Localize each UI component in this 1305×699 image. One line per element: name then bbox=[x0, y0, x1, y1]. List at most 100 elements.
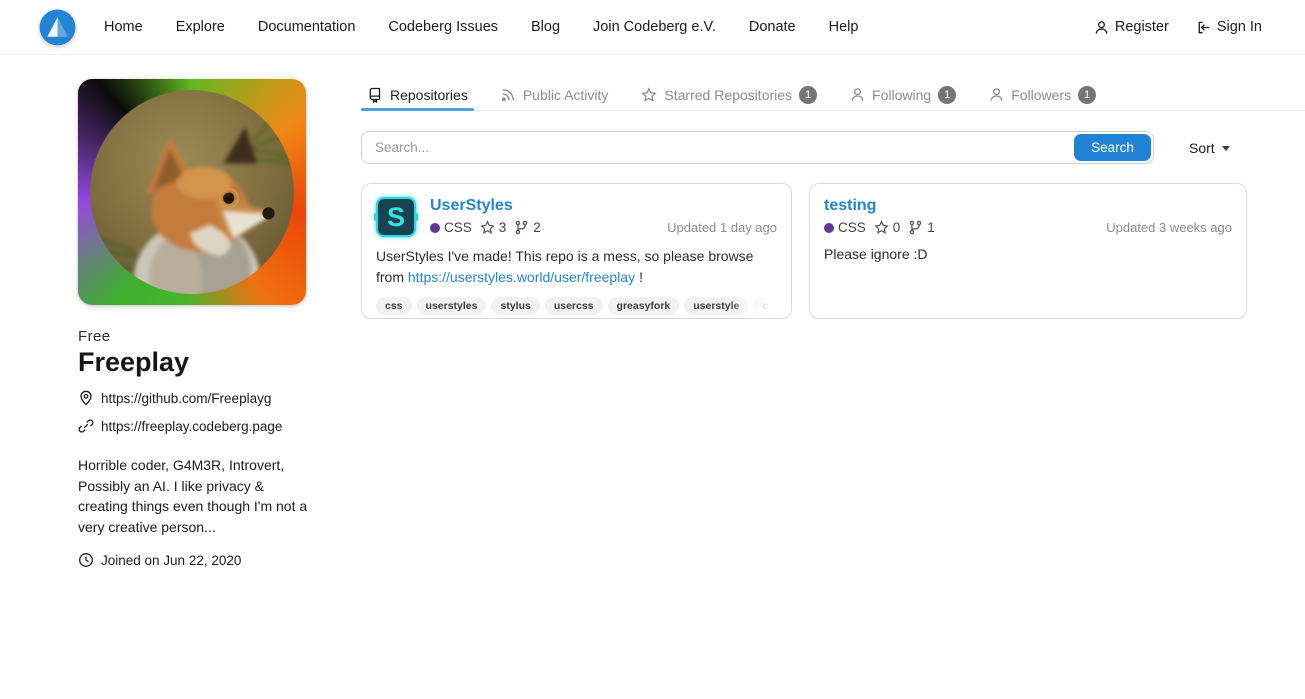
tab-following[interactable]: Following 1 bbox=[844, 78, 962, 108]
profile-joined-text: Joined on Jun 22, 2020 bbox=[101, 553, 241, 568]
chevron-down-icon bbox=[1222, 146, 1230, 151]
following-count-badge: 1 bbox=[938, 86, 956, 104]
nav-item-explore[interactable]: Explore bbox=[176, 19, 225, 35]
repo-language: CSS bbox=[824, 220, 866, 235]
tab-public-activity[interactable]: Public Activity bbox=[495, 78, 615, 108]
repo-description: UserStyles I've made! This repo is a mes… bbox=[376, 246, 777, 288]
tab-label: Public Activity bbox=[523, 87, 609, 103]
repository-list: S UserStyles CSS bbox=[361, 183, 1247, 319]
repo-language: CSS bbox=[430, 220, 472, 235]
nav-item-documentation[interactable]: Documentation bbox=[258, 19, 356, 35]
rss-icon bbox=[501, 87, 516, 102]
repo-link-userstyles[interactable]: UserStyles bbox=[430, 197, 513, 215]
tab-label: Followers bbox=[1011, 87, 1071, 103]
fox-avatar-image bbox=[90, 90, 294, 294]
profile-website-row[interactable]: https://freeplay.codeberg.page bbox=[78, 418, 318, 434]
mountain-logo-icon bbox=[39, 9, 76, 46]
clock-icon bbox=[78, 552, 94, 568]
tab-label: Starred Repositories bbox=[664, 87, 792, 103]
repo-stars: 3 bbox=[480, 220, 507, 235]
repo-topics: css userstyles stylus usercss greasyfork… bbox=[376, 297, 777, 315]
profile-website-text: https://freeplay.codeberg.page bbox=[101, 419, 282, 434]
repo-description: Please ignore :D bbox=[824, 244, 1232, 265]
repo-meta-row: CSS 0 1 bbox=[824, 220, 1232, 235]
profile-avatar bbox=[78, 79, 306, 305]
profile-location-text: https://github.com/Freeplayg bbox=[101, 391, 271, 406]
link-icon bbox=[78, 418, 94, 434]
repo-stars: 0 bbox=[874, 220, 901, 235]
star-icon bbox=[480, 220, 495, 235]
top-navigation: Home Explore Documentation Codeberg Issu… bbox=[0, 0, 1305, 55]
nav-item-donate[interactable]: Donate bbox=[749, 19, 796, 35]
description-link[interactable]: https://userstyles.world/user/freeplay bbox=[408, 269, 635, 285]
nav-item-home[interactable]: Home bbox=[104, 19, 143, 35]
topic-pill[interactable]: stylus bbox=[491, 297, 539, 315]
repo-search-row: Search Sort bbox=[361, 131, 1247, 164]
repo-avatar-s-logo: S bbox=[376, 197, 416, 237]
person-icon bbox=[1094, 20, 1109, 35]
location-pin-icon bbox=[78, 390, 94, 406]
topic-pill[interactable]: css bbox=[376, 297, 412, 315]
nav-item-blog[interactable]: Blog bbox=[531, 19, 560, 35]
star-icon bbox=[641, 87, 657, 103]
nav-menu: Home Explore Documentation Codeberg Issu… bbox=[104, 19, 858, 35]
repository-icon bbox=[367, 87, 383, 103]
search-box: Search bbox=[361, 131, 1154, 164]
nav-item-join-codeberg[interactable]: Join Codeberg e.V. bbox=[593, 19, 716, 35]
profile-username: Freeplay bbox=[78, 347, 318, 378]
repo-forks: 2 bbox=[514, 220, 541, 235]
person-icon bbox=[989, 87, 1004, 102]
sign-in-icon bbox=[1196, 20, 1211, 35]
repo-link-testing[interactable]: testing bbox=[824, 197, 876, 215]
person-icon bbox=[850, 87, 865, 102]
search-button[interactable]: Search bbox=[1074, 134, 1151, 161]
nav-item-help[interactable]: Help bbox=[829, 19, 859, 35]
codeberg-profile-page: Home Explore Documentation Codeberg Issu… bbox=[0, 0, 1305, 699]
repo-card-testing: testing CSS 0 bbox=[809, 183, 1247, 319]
description-suffix: ! bbox=[639, 269, 643, 285]
topic-pill[interactable]: usercss bbox=[545, 297, 603, 315]
tab-repositories[interactable]: Repositories bbox=[361, 78, 474, 108]
sort-dropdown[interactable]: Sort bbox=[1189, 140, 1230, 156]
register-label: Register bbox=[1115, 19, 1169, 35]
tab-label: Repositories bbox=[390, 87, 468, 103]
fork-count: 2 bbox=[533, 220, 541, 235]
profile-joined-row: Joined on Jun 22, 2020 bbox=[78, 552, 318, 568]
tab-label: Following bbox=[872, 87, 931, 103]
sort-label: Sort bbox=[1189, 140, 1215, 156]
topic-pill[interactable]: userstyles bbox=[417, 297, 487, 315]
profile-tabs: Repositories Public Activity Starred Rep… bbox=[361, 78, 1305, 111]
repo-forks: 1 bbox=[908, 220, 935, 235]
sign-in-button[interactable]: Sign In bbox=[1196, 19, 1262, 35]
topics-fade-overlay bbox=[729, 297, 777, 315]
repo-meta-row: CSS 3 bbox=[430, 220, 777, 235]
fork-count: 1 bbox=[927, 220, 935, 235]
star-icon bbox=[874, 220, 889, 235]
star-count: 0 bbox=[893, 220, 901, 235]
profile-display-name: Free bbox=[78, 328, 318, 345]
language-label: CSS bbox=[444, 220, 472, 235]
star-count: 3 bbox=[499, 220, 507, 235]
repo-updated: Updated 1 day ago bbox=[667, 220, 777, 235]
tab-starred-repositories[interactable]: Starred Repositories 1 bbox=[635, 78, 823, 108]
nav-account-area: Register Sign In bbox=[1094, 19, 1262, 35]
register-button[interactable]: Register bbox=[1094, 19, 1169, 35]
nav-item-codeberg-issues[interactable]: Codeberg Issues bbox=[388, 19, 498, 35]
language-color-dot bbox=[824, 223, 834, 233]
codeberg-logo[interactable] bbox=[39, 9, 76, 46]
repo-updated: Updated 3 weeks ago bbox=[1106, 220, 1232, 235]
profile-location-row: https://github.com/Freeplayg bbox=[78, 390, 318, 406]
profile-bio: Horrible coder, G4M3R, Introvert, Possib… bbox=[78, 455, 316, 537]
repo-card-header: S UserStyles CSS bbox=[376, 197, 777, 237]
language-color-dot bbox=[430, 223, 440, 233]
search-input[interactable] bbox=[362, 132, 1153, 163]
topic-pill[interactable]: greasyfork bbox=[608, 297, 680, 315]
tab-followers[interactable]: Followers 1 bbox=[983, 78, 1102, 108]
language-label: CSS bbox=[838, 220, 866, 235]
sign-in-label: Sign In bbox=[1217, 19, 1262, 35]
git-branch-icon bbox=[908, 220, 923, 235]
git-branch-icon bbox=[514, 220, 529, 235]
profile-sidebar: Free Freeplay https://github.com/Freepla… bbox=[78, 79, 318, 568]
repo-card-userstyles: S UserStyles CSS bbox=[361, 183, 792, 319]
followers-count-badge: 1 bbox=[1078, 86, 1096, 104]
